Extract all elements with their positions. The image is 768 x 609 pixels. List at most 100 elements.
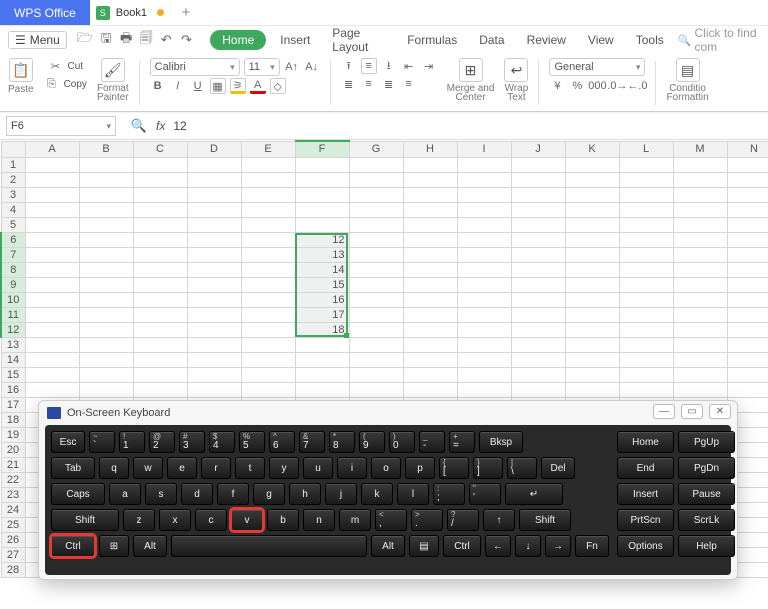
cell-A5[interactable] xyxy=(25,217,79,232)
col-header-M[interactable]: M xyxy=(673,141,727,157)
font-color-icon[interactable]: A xyxy=(250,78,266,94)
row-header-14[interactable]: 14 xyxy=(1,352,25,367)
key-1[interactable]: !1 xyxy=(119,431,145,453)
cell-D4[interactable] xyxy=(187,202,241,217)
cell-K6[interactable] xyxy=(565,232,619,247)
cell-L15[interactable] xyxy=(619,367,673,382)
cell-J1[interactable] xyxy=(511,157,565,172)
cell-L2[interactable] xyxy=(619,172,673,187)
cell-A8[interactable] xyxy=(25,262,79,277)
key-9[interactable]: (9 xyxy=(359,431,385,453)
cell-I11[interactable] xyxy=(457,307,511,322)
cell-G11[interactable] xyxy=(349,307,403,322)
cell-K15[interactable] xyxy=(565,367,619,382)
cell-F12[interactable]: 18 xyxy=(295,322,349,337)
cell-F8[interactable]: 14 xyxy=(295,262,349,277)
cell-I10[interactable] xyxy=(457,292,511,307)
cell-J10[interactable] xyxy=(511,292,565,307)
key-rbr[interactable]: }] xyxy=(473,457,503,479)
cell-G9[interactable] xyxy=(349,277,403,292)
cell-J13[interactable] xyxy=(511,337,565,352)
key-slash[interactable]: ?/ xyxy=(447,509,479,531)
cell-I15[interactable] xyxy=(457,367,511,382)
cell-A7[interactable] xyxy=(25,247,79,262)
key-period[interactable]: >. xyxy=(411,509,443,531)
cell-H3[interactable] xyxy=(403,187,457,202)
cell-I13[interactable] xyxy=(457,337,511,352)
cell-C14[interactable] xyxy=(133,352,187,367)
cell-E13[interactable] xyxy=(241,337,295,352)
cell-N16[interactable] xyxy=(727,382,768,397)
col-header-D[interactable]: D xyxy=(187,141,241,157)
cell-L14[interactable] xyxy=(619,352,673,367)
justify-icon[interactable]: ≡ xyxy=(401,76,417,92)
cell-A9[interactable] xyxy=(25,277,79,292)
cell-C6[interactable] xyxy=(133,232,187,247)
cell-G3[interactable] xyxy=(349,187,403,202)
key-v[interactable]: v xyxy=(231,509,263,531)
cell-L6[interactable] xyxy=(619,232,673,247)
cell-F6[interactable]: 12 xyxy=(295,232,349,247)
key-right[interactable]: → xyxy=(545,535,571,557)
cell-I1[interactable] xyxy=(457,157,511,172)
osk-min-button[interactable]: — xyxy=(653,404,675,419)
cell-C10[interactable] xyxy=(133,292,187,307)
key-u[interactable]: u xyxy=(303,457,333,479)
row-header-5[interactable]: 5 xyxy=(1,217,25,232)
cell-K1[interactable] xyxy=(565,157,619,172)
cell-H1[interactable] xyxy=(403,157,457,172)
key-home[interactable]: Home xyxy=(617,431,674,453)
cell-M13[interactable] xyxy=(673,337,727,352)
key-8[interactable]: *8 xyxy=(329,431,355,453)
key-d[interactable]: d xyxy=(181,483,213,505)
font-size-select[interactable]: 11 xyxy=(244,58,280,76)
save-icon[interactable]: 🖫 xyxy=(99,31,113,49)
key-backtick[interactable]: ~` xyxy=(89,431,115,453)
row-header-20[interactable]: 20 xyxy=(1,442,25,457)
key-minus[interactable]: _- xyxy=(419,431,445,453)
cell-B9[interactable] xyxy=(79,277,133,292)
cell-J9[interactable] xyxy=(511,277,565,292)
key-lwin[interactable] xyxy=(99,535,129,557)
cell-J4[interactable] xyxy=(511,202,565,217)
bold-icon[interactable]: B xyxy=(150,78,166,94)
cut-button[interactable]: ✂Cut xyxy=(47,58,83,74)
cell-K13[interactable] xyxy=(565,337,619,352)
cell-L3[interactable] xyxy=(619,187,673,202)
cell-A15[interactable] xyxy=(25,367,79,382)
row-header-24[interactable]: 24 xyxy=(1,502,25,517)
indent-inc-icon[interactable]: ⇥ xyxy=(421,58,437,74)
cell-M12[interactable] xyxy=(673,322,727,337)
cell-F4[interactable] xyxy=(295,202,349,217)
cell-A14[interactable] xyxy=(25,352,79,367)
cell-D6[interactable] xyxy=(187,232,241,247)
key-4[interactable]: $4 xyxy=(209,431,235,453)
key-rwin[interactable] xyxy=(409,535,439,557)
cell-L10[interactable] xyxy=(619,292,673,307)
key-comma[interactable]: <, xyxy=(375,509,407,531)
name-box[interactable]: F6 xyxy=(6,116,116,136)
row-header-6[interactable]: 6 xyxy=(1,232,25,247)
cell-I2[interactable] xyxy=(457,172,511,187)
key-help[interactable]: Help xyxy=(678,535,735,557)
align-center-icon[interactable]: ≡ xyxy=(361,76,377,92)
cell-N11[interactable] xyxy=(727,307,768,322)
cell-I16[interactable] xyxy=(457,382,511,397)
cell-E3[interactable] xyxy=(241,187,295,202)
undo-icon[interactable]: ↶ xyxy=(159,31,173,49)
cell-G4[interactable] xyxy=(349,202,403,217)
cell-F13[interactable] xyxy=(295,337,349,352)
key-e[interactable]: e xyxy=(167,457,197,479)
row-header-9[interactable]: 9 xyxy=(1,277,25,292)
dec-dec-icon[interactable]: ←.0 xyxy=(629,78,645,94)
cell-C13[interactable] xyxy=(133,337,187,352)
align-top-icon[interactable]: ⭱ xyxy=(341,58,357,74)
row-header-10[interactable]: 10 xyxy=(1,292,25,307)
key-up[interactable]: ↑ xyxy=(483,509,515,531)
key-end[interactable]: End xyxy=(617,457,674,479)
cell-A6[interactable] xyxy=(25,232,79,247)
cell-G7[interactable] xyxy=(349,247,403,262)
key-t[interactable]: t xyxy=(235,457,265,479)
cell-N5[interactable] xyxy=(727,217,768,232)
cell-K4[interactable] xyxy=(565,202,619,217)
